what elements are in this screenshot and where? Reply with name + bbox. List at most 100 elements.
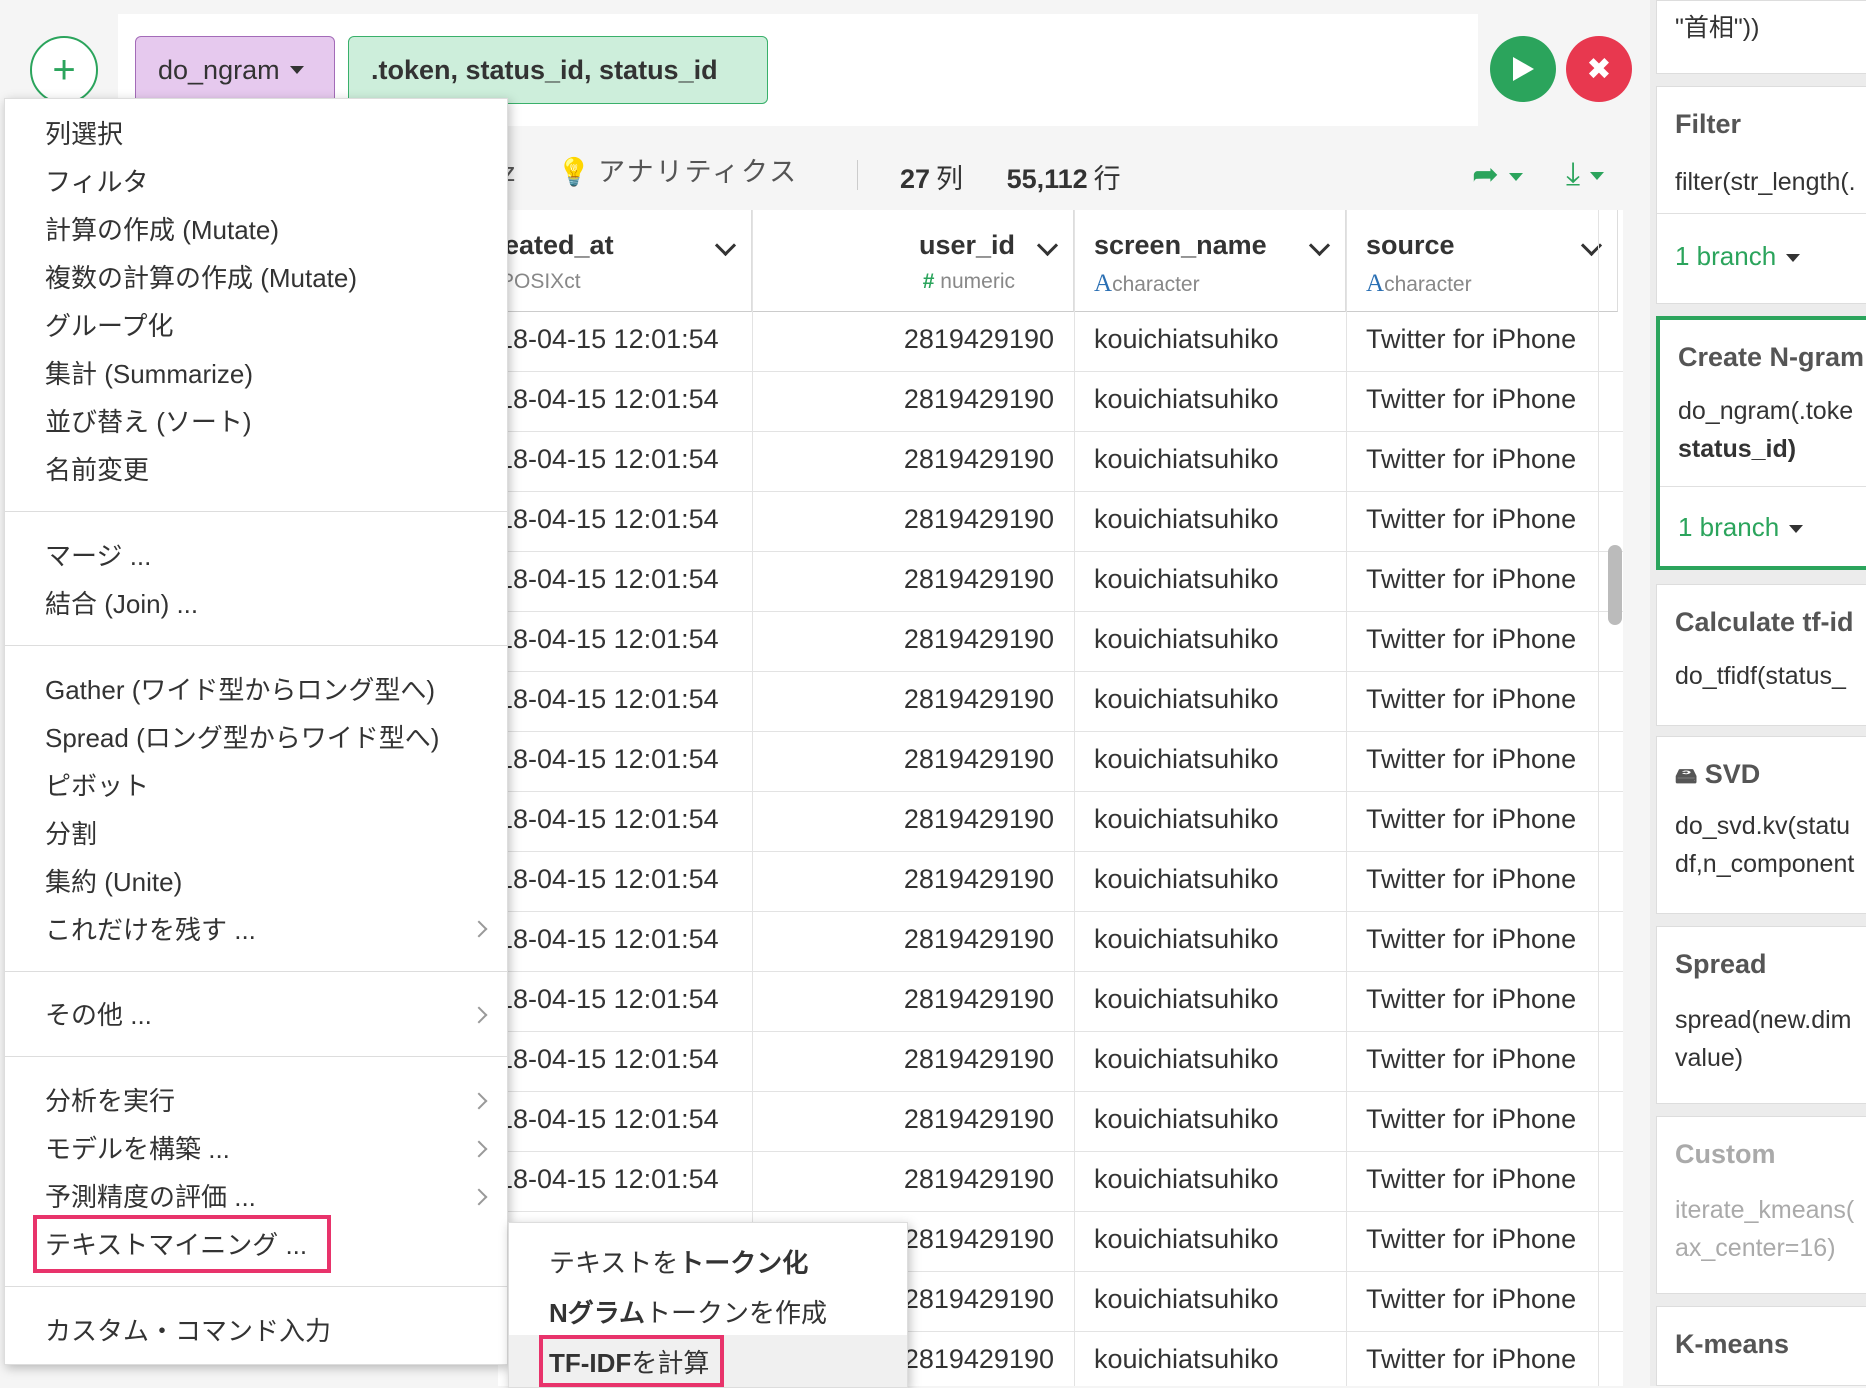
submenu-item-tfidf[interactable]: TF-IDFを計算 (549, 1343, 709, 1380)
menu-item-join[interactable]: 結合 (Join) ... (45, 584, 198, 621)
menu-item-build-model[interactable]: モデルを構築 ... (45, 1129, 230, 1166)
cell-user-id: 2819429190 (903, 684, 1054, 714)
submenu-item-ngram[interactable]: Nグラムトークンを作成 (549, 1293, 827, 1330)
step-card-spread[interactable]: Spread spread(new.dim value) (1656, 926, 1866, 1104)
step-card-custom[interactable]: Custom iterate_kmeans( ax_center=16) (1656, 1116, 1866, 1294)
chevron-down-icon[interactable] (714, 234, 737, 257)
step-title: K-means (1675, 1329, 1790, 1359)
cell-created-at: 18-04-15 12:01:54 (498, 384, 719, 414)
command-function-dropdown[interactable]: do_ngram (135, 36, 335, 104)
menu-item-mutate-multiple[interactable]: 複数の計算の作成 (Mutate) (45, 258, 357, 295)
column-header-user-id[interactable]: user_id # numeric (752, 210, 1074, 312)
cols-label: 列 (936, 164, 964, 194)
menu-item-separate[interactable]: 分割 (45, 814, 97, 851)
table-row[interactable]: 18-04-15 12:01:54 2819429190 kouichiatsuhi… (498, 792, 1623, 852)
table-row[interactable]: 18-04-15 12:01:54 2819429190 kouichiatsuhi… (498, 732, 1623, 792)
menu-item-spread[interactable]: Spread (ロング型からワイド型へ) (45, 718, 439, 755)
branch-dropdown[interactable]: 1 branch (1675, 241, 1801, 272)
table-row[interactable]: 18-04-15 12:01:54 2819429190 kouichiatsuhi… (498, 972, 1623, 1032)
menu-item-run-analytics[interactable]: 分析を実行 (45, 1081, 175, 1118)
cell-screen-name: kouichiatsuhiko (1094, 1044, 1279, 1074)
menu-item-sort[interactable]: 並び替え (ソート) (45, 402, 252, 439)
cell-source: Twitter for iPhone (1366, 444, 1577, 474)
menu-item-mutate[interactable]: 計算の作成 (Mutate) (45, 210, 279, 247)
cell-user-id: 2819429190 (903, 564, 1054, 594)
table-row[interactable]: 18-04-15 12:01:54 2819429190 kouichiatsuhi… (498, 432, 1623, 492)
command-args-pill[interactable]: .token, status_id, status_id (348, 36, 768, 104)
menu-item-keep-only[interactable]: これだけを残す ... (45, 910, 256, 947)
cell-source: Twitter for iPhone (1366, 384, 1577, 414)
menu-item-gather[interactable]: Gather (ワイド型からロング型へ) (45, 670, 435, 707)
table-row[interactable]: 18-04-15 12:01:54 2819429190 kouichiatsuhi… (498, 612, 1623, 672)
table-row[interactable]: 18-04-15 12:01:54 2819429190 kouichiatsuhi… (498, 1152, 1623, 1212)
table-row[interactable]: 18-04-15 12:01:54 2819429190 kouichiatsuhi… (498, 492, 1623, 552)
table-row[interactable]: 18-04-15 12:01:54 2819429190 kouichiatsuhi… (498, 312, 1623, 372)
cell-screen-name: kouichiatsuhiko (1094, 564, 1279, 594)
table-row[interactable]: 18-04-15 12:01:54 2819429190 kouichiatsuhi… (498, 912, 1623, 972)
table-row[interactable]: 18-04-15 12:01:54 2819429190 kouichiatsuhi… (498, 372, 1623, 432)
menu-item-group-by[interactable]: グループ化 (45, 306, 173, 343)
table-row[interactable]: 18-04-15 12:01:54 2819429190 kouichiatsuhi… (498, 1032, 1623, 1092)
cancel-button[interactable]: ✖ (1566, 36, 1632, 102)
step-card-svd[interactable]: 🖴 SVD do_svd.kv(statu df,n_component (1656, 736, 1866, 914)
chevron-down-icon (1789, 525, 1804, 534)
data-grid: eated_at POSIXct user_id # numeric scree… (498, 210, 1623, 1386)
menu-separator (5, 971, 507, 972)
step-card-filter[interactable]: Filter filter(str_length(. 1 branch (1656, 86, 1866, 304)
menu-item-filter[interactable]: フィルタ (45, 162, 148, 199)
step-card-create-ngram[interactable]: Create N-gram do_ngram(.toke status_id) … (1656, 316, 1866, 570)
menu-item-merge[interactable]: マージ ... (45, 536, 151, 573)
cell-screen-name: kouichiatsuhiko (1094, 864, 1279, 894)
step-card-tfidf[interactable]: Calculate tf-id do_tfidf(status_ (1656, 584, 1866, 726)
table-row[interactable]: 18-04-15 12:01:54 2819429190 kouichiatsuhi… (498, 852, 1623, 912)
menu-item-evaluate-prediction[interactable]: 予測精度の評価 ... (45, 1177, 256, 1214)
cell-created-at: 18-04-15 12:01:54 (498, 744, 719, 774)
menu-item-custom-command[interactable]: カスタム・コマンド入力 (45, 1311, 331, 1348)
cell-source: Twitter for iPhone (1366, 324, 1577, 354)
step-body-line: do_ngram(.toke (1678, 397, 1854, 425)
cell-screen-name: kouichiatsuhiko (1094, 984, 1279, 1014)
cell-user-id: 2819429190 (903, 1284, 1054, 1314)
analytics-tab[interactable]: z 💡 アナリティクス (502, 150, 798, 189)
cell-source: Twitter for iPhone (1366, 624, 1577, 654)
column-header-screen-name[interactable]: screen_name Acharacter (1074, 210, 1346, 312)
table-row[interactable]: 18-04-15 12:01:54 2819429190 kouichiatsuhi… (498, 1092, 1623, 1152)
step-title: Calculate tf-id (1675, 607, 1854, 637)
download-button[interactable]: ⤓ (1566, 155, 1605, 193)
menu-item-select-columns[interactable]: 列選択 (45, 114, 123, 151)
submenu-item-tokenize[interactable]: テキストをトークン化 (549, 1243, 808, 1280)
branch-dropdown[interactable]: 1 branch (1678, 512, 1804, 543)
cell-user-id: 2819429190 (903, 444, 1054, 474)
menu-item-summarize[interactable]: 集計 (Summarize) (45, 354, 253, 391)
cell-created-at: 18-04-15 12:01:54 (498, 1044, 719, 1074)
column-name: screen_name (1094, 230, 1267, 260)
step-card-kmeans[interactable]: K-means (1656, 1306, 1866, 1386)
menu-item-unite[interactable]: 集約 (Unite) (45, 862, 182, 899)
add-step-menu: 列選択 フィルタ 計算の作成 (Mutate) 複数の計算の作成 (Mutate… (4, 98, 508, 1365)
vertical-scrollbar[interactable] (1608, 545, 1622, 625)
menu-item-pivot[interactable]: ピボット (45, 766, 149, 803)
table-row[interactable]: 18-04-15 12:01:54 2819429190 kouichiatsuhi… (498, 672, 1623, 732)
chevron-right-icon (470, 1092, 488, 1110)
run-button[interactable] (1490, 36, 1556, 102)
menu-item-rename[interactable]: 名前変更 (45, 450, 149, 487)
plus-icon: + (52, 47, 76, 92)
chevron-down-icon[interactable] (1308, 234, 1331, 257)
menu-separator (5, 1056, 507, 1057)
menu-item-others[interactable]: その他 ... (45, 995, 152, 1032)
add-step-button[interactable]: + (30, 36, 98, 104)
cols-count: 27 (900, 164, 931, 194)
cell-created-at: 18-04-15 12:01:54 (498, 804, 719, 834)
cell-user-id: 2819429190 (903, 804, 1054, 834)
step-card-previous[interactable]: "首相")) (1656, 0, 1866, 74)
menu-item-text-mining[interactable]: テキストマイニング ... (45, 1225, 307, 1262)
step-title-row: 🖴 SVD (1675, 759, 1761, 789)
table-row[interactable]: 18-04-15 12:01:54 2819429190 kouichiatsuhi… (498, 552, 1623, 612)
share-button[interactable]: ➦ (1472, 155, 1523, 193)
cell-user-id: 2819429190 (903, 984, 1054, 1014)
chevron-down-icon[interactable] (1036, 234, 1059, 257)
chevron-down-icon (1590, 171, 1605, 180)
column-header-created-at[interactable]: eated_at POSIXct (498, 210, 752, 312)
column-header-source[interactable]: source Acharacter (1346, 210, 1618, 312)
cell-user-id: 2819429190 (903, 744, 1054, 774)
